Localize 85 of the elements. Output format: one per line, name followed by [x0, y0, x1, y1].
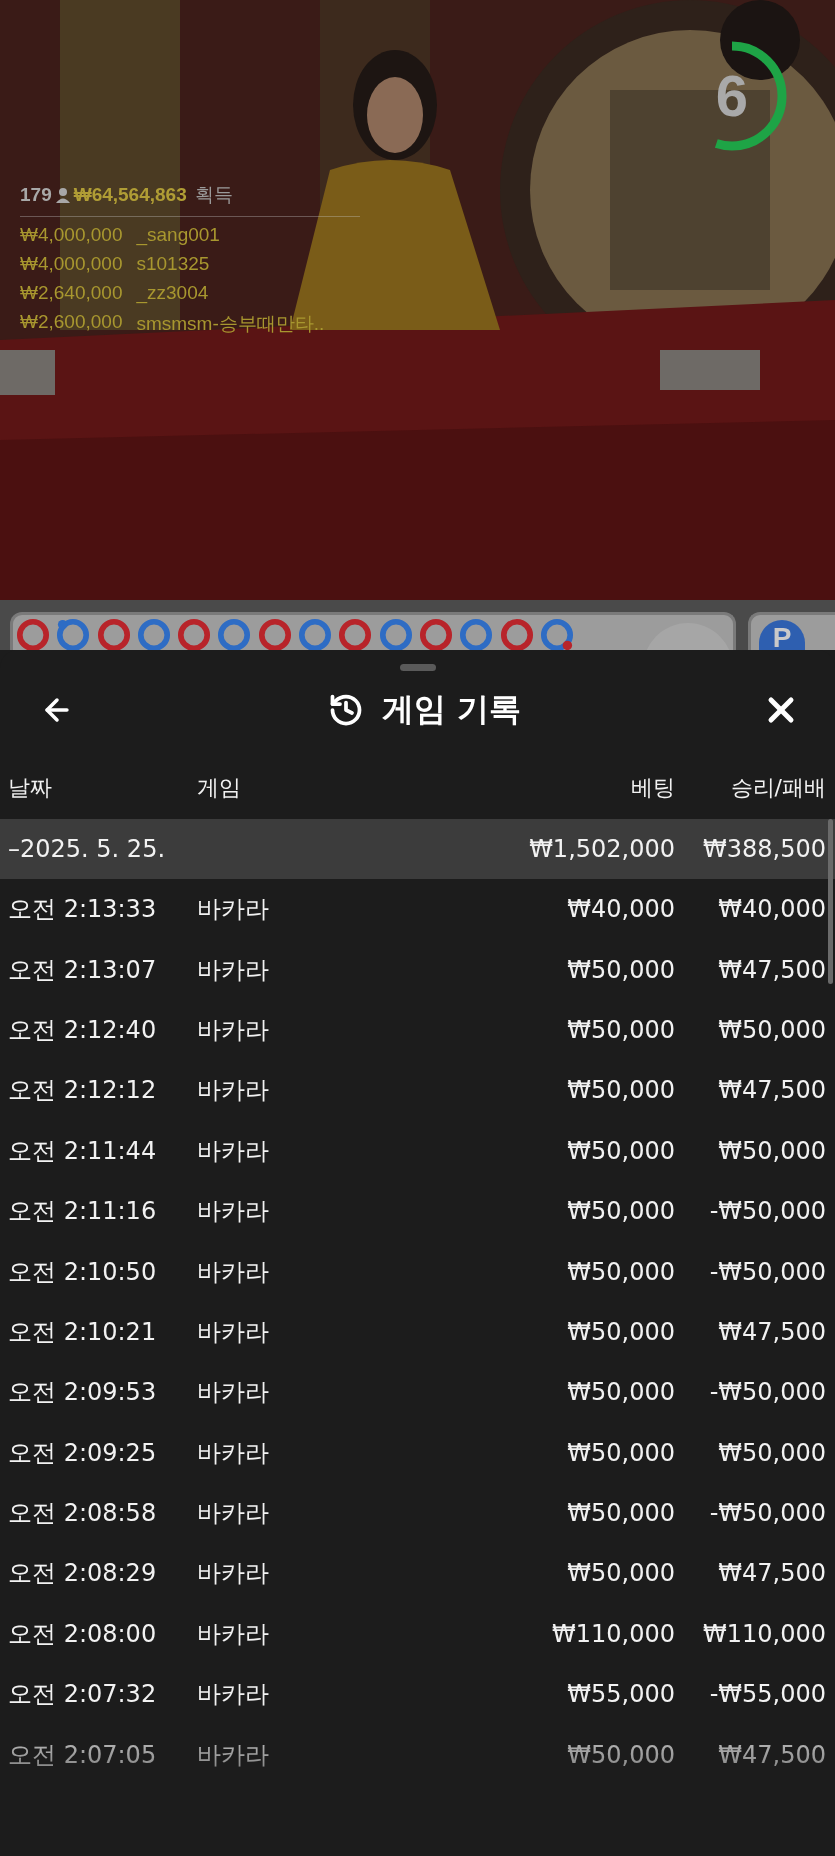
game-cell-text: 바카라: [197, 1437, 270, 1469]
game-cell-text: 바카라: [197, 1679, 270, 1711]
time-cell-text: 오전 2:12:40: [8, 1014, 158, 1046]
game-cell-text: 바카라: [197, 894, 270, 926]
group-result-total: ₩388,500: [702, 835, 826, 863]
game-cell-text: 바카라: [197, 1739, 270, 1771]
result-cell-text: -₩55,000: [708, 1680, 826, 1709]
time-cell-text: 오전 2:13:33: [8, 894, 158, 926]
time-cell-text: 오전 2:08:58: [8, 1498, 158, 1530]
time-cell-text: 오전 2:12:12: [8, 1075, 158, 1107]
result-cell-text: ₩50,000: [717, 1015, 826, 1044]
bet-cell-text: ₩50,000: [566, 1378, 675, 1407]
column-header: 날짜: [8, 774, 53, 802]
scrollbar[interactable]: [828, 819, 833, 984]
time-cell-text: 오전 2:07:05: [8, 1739, 158, 1771]
bet-cell-text: ₩50,000: [566, 1015, 675, 1044]
drag-handle[interactable]: [399, 664, 436, 671]
bet-cell-text: ₩50,000: [566, 1499, 675, 1528]
bet-cell-text: ₩40,000: [566, 895, 675, 924]
group-bet-total: ₩1,502,000: [528, 835, 675, 863]
game-cell-text: 바카라: [197, 1196, 270, 1228]
person-icon: [55, 187, 70, 203]
game-cell-text: 바카라: [197, 1377, 270, 1409]
winner-amount: ₩4,000,000: [20, 253, 123, 275]
column-header: 게임: [197, 774, 242, 802]
sheet-title: 게임 기록: [381, 689, 522, 730]
game-cell-text: 바카라: [197, 1014, 270, 1046]
time-cell-text: 오전 2:09:53: [8, 1377, 158, 1409]
game-cell-text: 바카라: [197, 1558, 270, 1590]
bet-cell-text: ₩55,000: [566, 1680, 675, 1709]
bet-cell-text: ₩50,000: [566, 1197, 675, 1226]
player-count: 179: [20, 184, 52, 206]
game-cell-text: 바카라: [197, 1256, 270, 1288]
result-cell-text: ₩47,500: [717, 1317, 826, 1346]
time-cell-text: 오전 2:10:21: [8, 1316, 158, 1348]
result-cell-text: -₩50,000: [708, 1257, 826, 1286]
winner-amount: ₩4,000,000: [20, 224, 123, 246]
winner-name: _sang001: [136, 224, 220, 246]
winner-amount: ₩2,640,000: [20, 282, 123, 304]
bet-cell-text: ₩50,000: [566, 1317, 675, 1346]
winner-name: s101325: [136, 253, 210, 275]
time-cell-text: 오전 2:08:00: [8, 1618, 158, 1650]
result-cell-text: ₩50,000: [717, 1438, 826, 1467]
time-cell-text: 오전 2:08:29: [8, 1558, 158, 1590]
total-winnings: ₩64,564,863: [73, 184, 187, 206]
result-cell-text: ₩110,000: [702, 1619, 826, 1648]
result-cell-text: ₩47,500: [717, 1740, 826, 1769]
time-cell-text: 오전 2:13:07: [8, 954, 158, 986]
bet-cell-text: ₩110,000: [551, 1619, 675, 1648]
result-cell-text: -₩50,000: [708, 1197, 826, 1226]
winner-name: smsmsm-승부때만타..: [136, 312, 325, 336]
bet-cell-text: ₩50,000: [566, 1740, 675, 1769]
time-cell-text: 오전 2:10:50: [8, 1256, 158, 1288]
game-cell-text: 바카라: [197, 1498, 270, 1530]
bet-cell-text: ₩50,000: [566, 1136, 675, 1165]
time-cell-text: 오전 2:11:16: [8, 1196, 158, 1228]
time-cell-text: 오전 2:11:44: [8, 1135, 158, 1167]
bet-cell-text: ₩50,000: [566, 1559, 675, 1588]
bet-cell-text: ₩50,000: [566, 1076, 675, 1105]
bet-cell-text: ₩50,000: [566, 955, 675, 984]
result-cell-text: -₩50,000: [708, 1499, 826, 1528]
player-bet-button[interactable]: P: [759, 620, 805, 650]
bet-cell-text: ₩50,000: [566, 1438, 675, 1467]
result-cell-text: -₩50,000: [708, 1378, 826, 1407]
result-cell-text: ₩47,500: [717, 1076, 826, 1105]
winner-name: _zz3004: [136, 282, 209, 304]
bet-cell-text: ₩50,000: [566, 1257, 675, 1286]
time-cell-text: 오전 2:09:25: [8, 1437, 158, 1469]
result-cell-text: ₩47,500: [717, 955, 826, 984]
winner-amount: ₩2,600,000: [20, 311, 123, 334]
game-cell-text: 바카라: [197, 1618, 270, 1650]
group-date: –2025. 5. 25.: [8, 835, 167, 863]
column-header: 베팅: [630, 774, 675, 802]
date-group-row[interactable]: –2025. 5. 25. ₩1,502,000 ₩388,500: [0, 819, 835, 879]
time-cell-text: 오전 2:07:32: [8, 1679, 158, 1711]
result-cell-text: ₩47,500: [717, 1559, 826, 1588]
column-header: 승리/패배: [729, 774, 826, 802]
game-cell-text: 바카라: [197, 1135, 270, 1167]
game-cell-text: 바카라: [197, 1316, 270, 1348]
result-cell-text: ₩50,000: [717, 1136, 826, 1165]
countdown-number: 6: [715, 67, 749, 125]
game-cell-text: 바카라: [197, 954, 270, 986]
result-cell-text: ₩40,000: [717, 895, 826, 924]
game-cell-text: 바카라: [197, 1075, 270, 1107]
winnings-label: 획득: [194, 183, 233, 207]
